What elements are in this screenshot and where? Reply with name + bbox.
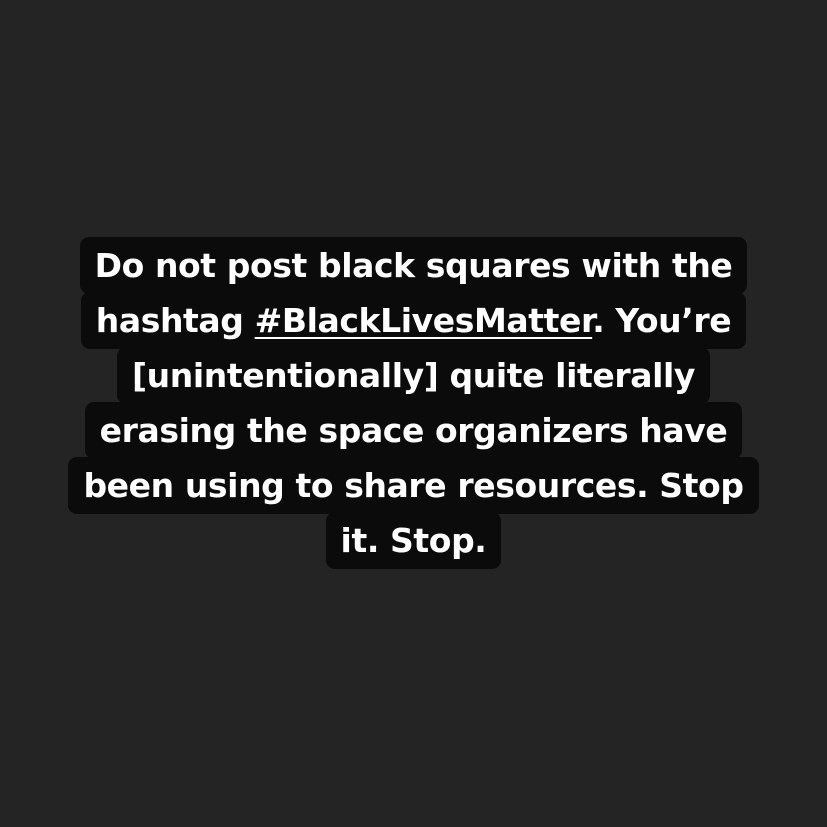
story-line-6: it. Stop. [0, 512, 827, 569]
story-text-block: Do not post black squares with the hasht… [0, 237, 827, 569]
story-line-4: erasing the space organizers have [0, 402, 827, 459]
story-line-2: hashtag #BlackLivesMatter. You’re [0, 292, 827, 349]
story-line-5: been using to share resources. Stop [0, 457, 827, 514]
story-line-3: [unintentionally] quite literally [0, 347, 827, 404]
story-text-line: Do not post black squares with the [79, 237, 748, 294]
story-text-line: been using to share resources. Stop [68, 457, 759, 514]
text-segment: . You’re [592, 301, 732, 340]
text-segment: hashtag [95, 301, 255, 340]
story-text-line: erasing the space organizers have [84, 402, 743, 459]
story-line-1: Do not post black squares with the [0, 237, 827, 294]
hashtag-link[interactable]: #BlackLivesMatter [255, 301, 593, 340]
story-canvas: Do not post black squares with the hasht… [0, 0, 827, 827]
story-text-line-with-hashtag: hashtag #BlackLivesMatter. You’re [80, 292, 747, 349]
story-text-line: it. Stop. [325, 512, 502, 569]
story-text-line: [unintentionally] quite literally [116, 347, 711, 404]
